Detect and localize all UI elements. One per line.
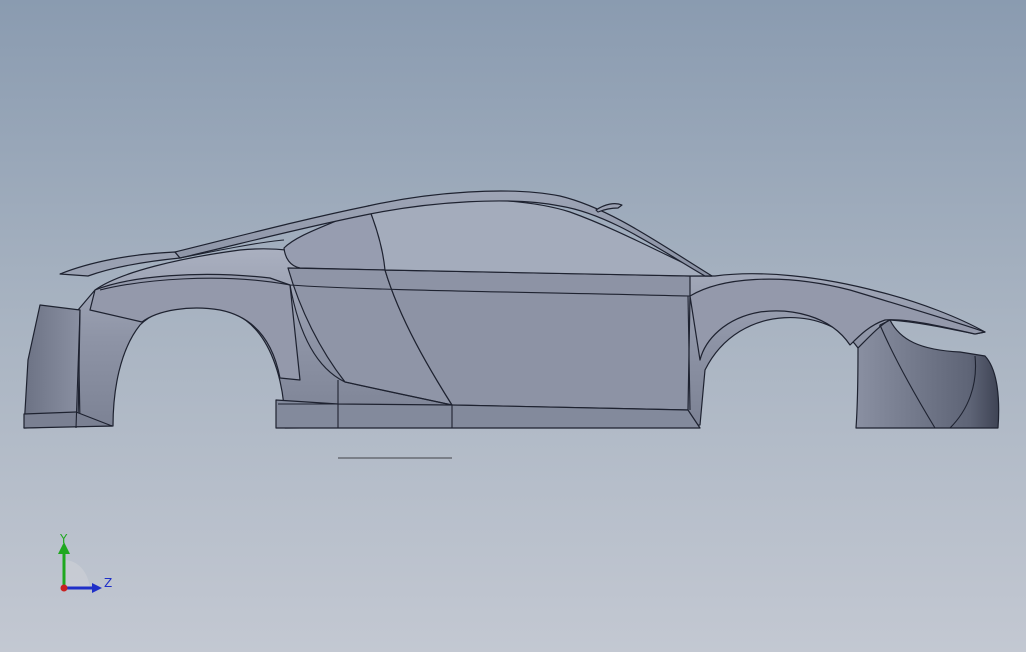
z-axis-arrowhead-icon [92,583,102,593]
side-window[interactable] [367,198,713,277]
front-bumper[interactable] [855,319,1000,429]
rear-bumper[interactable] [23,304,81,429]
y-axis-label: Y [59,532,68,546]
origin-dot-icon [60,584,68,592]
front-fender[interactable] [689,278,986,361]
car-body-model[interactable] [0,0,1026,652]
graphics-viewport[interactable]: Y Z [0,0,1026,652]
reference-triad: Y Z [58,532,112,593]
z-axis-label: Z [104,576,112,590]
side-mirror[interactable] [595,203,623,213]
triad-plane-icon [64,560,90,588]
